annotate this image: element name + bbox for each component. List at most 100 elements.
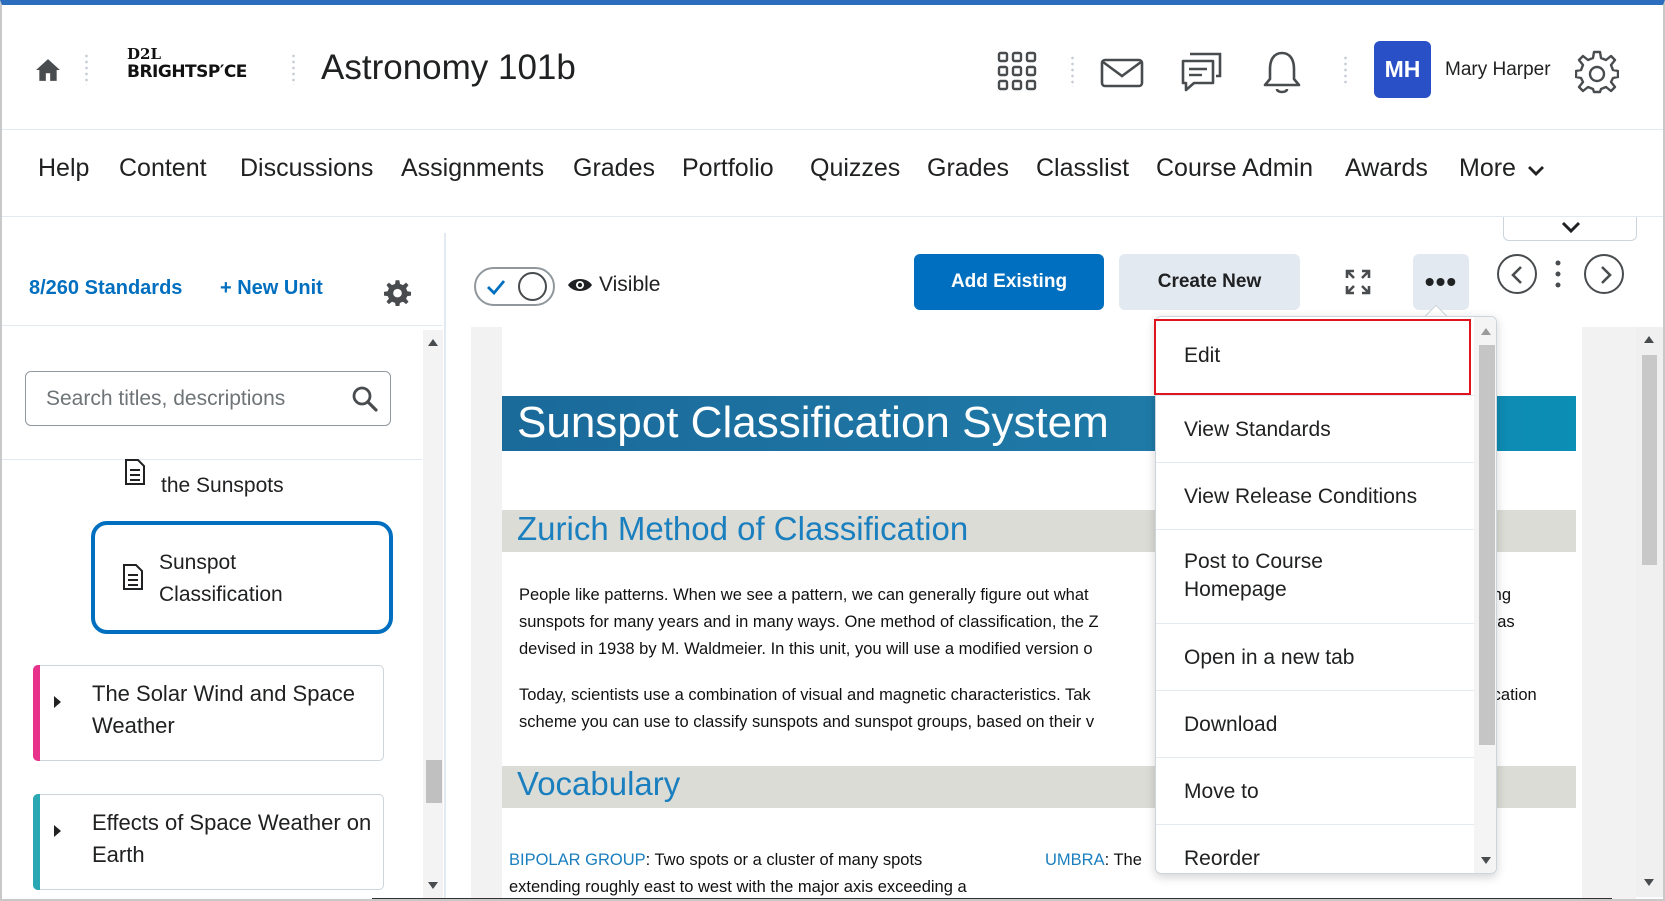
search-icon[interactable] <box>351 385 379 413</box>
home-icon[interactable] <box>35 57 61 83</box>
unit-color-bar <box>33 794 40 890</box>
paragraph-line: sunspots for many years and in many ways… <box>519 613 1099 631</box>
expand-triangle-icon[interactable] <box>54 696 61 708</box>
vertical-dots-icon[interactable] <box>1555 259 1561 289</box>
brightspace-logo[interactable]: D2L BRIGHTSP′CE <box>127 47 247 81</box>
add-existing-button[interactable]: Add Existing <box>914 254 1104 310</box>
section-title: Vocabulary <box>517 765 681 802</box>
mail-icon[interactable] <box>1100 58 1144 88</box>
more-options-menu: Edit View Standards View Release Conditi… <box>1155 316 1497 874</box>
nav-quizzes[interactable]: Quizzes <box>810 154 900 183</box>
menu-item-post-to-homepage[interactable]: Post to Course Homepage <box>1156 530 1474 624</box>
search-placeholder: Search titles, descriptions <box>46 387 286 410</box>
paragraph-line: People like patterns. When we see a patt… <box>519 586 1089 604</box>
more-options-button[interactable]: ••• <box>1413 254 1469 310</box>
nav-course-admin[interactable]: Course Admin <box>1156 154 1313 183</box>
scroll-down-arrow-icon[interactable] <box>1481 857 1491 865</box>
nav-grades[interactable]: Grades <box>573 154 655 183</box>
nav-discussions[interactable]: Discussions <box>240 154 373 183</box>
nav-more[interactable]: More <box>1459 154 1545 183</box>
previous-button[interactable] <box>1497 254 1537 294</box>
menu-item-open-new-tab[interactable]: Open in a new tab <box>1156 624 1474 691</box>
separator <box>85 53 88 85</box>
menu-item-view-release-conditions[interactable]: View Release Conditions <box>1156 463 1474 530</box>
bell-icon[interactable] <box>1262 49 1302 95</box>
unit-card-space-weather[interactable]: Effects of Space Weather on Earth <box>33 794 384 890</box>
checkmark-icon <box>487 280 506 295</box>
settings-gear-icon[interactable] <box>384 279 411 306</box>
scrollbar-thumb[interactable] <box>1479 345 1495 745</box>
standards-count-link[interactable]: 8/260 Standards <box>29 277 182 300</box>
nav-help[interactable]: Help <box>38 154 89 183</box>
unit-title: Effects of Space Weather on Earth <box>92 810 372 867</box>
content-scrollbar[interactable] <box>1636 327 1663 897</box>
tree-item-label-line1: Sunspot <box>159 551 237 574</box>
scroll-down-arrow-icon[interactable] <box>428 882 438 890</box>
app-window: D2L BRIGHTSP′CE Astronomy 101b MH Mary H… <box>0 0 1665 901</box>
gear-icon[interactable] <box>1575 50 1619 94</box>
vocab-entry: BIPOLAR GROUP: Two spots or a cluster of… <box>509 847 922 874</box>
unit-title: The Solar Wind and Space Weather <box>92 681 355 738</box>
scrollbar-thumb[interactable] <box>1642 355 1657 565</box>
scrollbar-thumb[interactable] <box>426 760 442 803</box>
avatar[interactable]: MH <box>1374 41 1431 98</box>
visible-label: Visible <box>599 273 661 296</box>
nav-portfolio[interactable]: Portfolio <box>682 154 774 183</box>
scroll-up-arrow-icon[interactable] <box>428 338 438 346</box>
unit-card-solar-wind[interactable]: The Solar Wind and Space Weather <box>33 665 384 761</box>
edit-highlight-box <box>1154 319 1471 395</box>
nav-grades-2[interactable]: Grades <box>927 154 1009 183</box>
scroll-down-arrow-icon[interactable] <box>1644 879 1654 887</box>
collapse-toggle[interactable] <box>1503 217 1637 241</box>
tree-item-label-line2: Classification <box>159 583 283 606</box>
search-input[interactable]: Search titles, descriptions <box>25 371 391 426</box>
tree-item-selected[interactable]: Sunspot Classification <box>91 521 393 634</box>
menu-item-reorder[interactable]: Reorder <box>1156 825 1474 873</box>
menu-item-view-standards[interactable]: View Standards <box>1156 396 1474 463</box>
scroll-up-arrow-icon[interactable] <box>1481 327 1491 335</box>
new-unit-button[interactable]: + New Unit <box>220 277 323 300</box>
left-scrollbar[interactable] <box>423 330 443 899</box>
nav-more-label: More <box>1459 154 1516 182</box>
section-title: Zurich Method of Classification <box>517 510 969 547</box>
document-icon <box>125 459 145 485</box>
menu-item-download[interactable]: Download <box>1156 691 1474 758</box>
chevron-left-icon <box>1511 266 1522 284</box>
chat-icon[interactable] <box>1180 50 1224 94</box>
nav-awards[interactable]: Awards <box>1345 154 1428 183</box>
vocab-term: UMBRA <box>1045 851 1105 869</box>
expand-triangle-icon[interactable] <box>54 825 61 837</box>
chevron-right-icon <box>1601 266 1612 284</box>
divider <box>2 459 422 460</box>
separator <box>1071 55 1074 87</box>
toggle-knob <box>518 272 547 301</box>
menu-item-move-to[interactable]: Move to <box>1156 758 1474 825</box>
vocab-definition: : The <box>1104 851 1142 869</box>
paragraph-line: Today, scientists use a combination of v… <box>519 686 1091 704</box>
tree-item-label[interactable]: the Sunspots <box>161 470 284 501</box>
separator <box>292 53 295 85</box>
nav-content[interactable]: Content <box>119 154 207 183</box>
chevron-down-icon <box>1527 166 1544 176</box>
vocab-entry: UMBRA: The <box>1045 847 1142 874</box>
paragraph-line: devised in 1938 by M. Waldmeier. In this… <box>519 640 1093 658</box>
eye-icon <box>568 279 592 291</box>
separator <box>1344 55 1347 87</box>
vocab-definition-line: extending roughly east to west with the … <box>509 878 967 896</box>
course-selector-grid-icon[interactable] <box>997 51 1037 91</box>
menu-scrollbar[interactable] <box>1474 317 1496 873</box>
document-title: Sunspot Classification System <box>517 398 1109 447</box>
course-title[interactable]: Astronomy 101b <box>321 48 576 88</box>
nav-assignments[interactable]: Assignments <box>401 154 544 183</box>
create-new-button[interactable]: Create New <box>1119 254 1300 310</box>
panel-divider <box>444 233 446 899</box>
user-name[interactable]: Mary Harper <box>1445 59 1551 81</box>
nav-classlist[interactable]: Classlist <box>1036 154 1129 183</box>
fullscreen-icon[interactable] <box>1344 268 1372 296</box>
visibility-toggle[interactable] <box>474 267 555 306</box>
scroll-up-arrow-icon[interactable] <box>1644 335 1654 343</box>
next-button[interactable] <box>1584 254 1624 294</box>
paragraph-line: scheme you can use to classify sunspots … <box>519 713 1095 731</box>
chevron-down-icon <box>1561 221 1581 234</box>
vocab-definition: : Two spots or a cluster of many spots <box>645 851 923 869</box>
